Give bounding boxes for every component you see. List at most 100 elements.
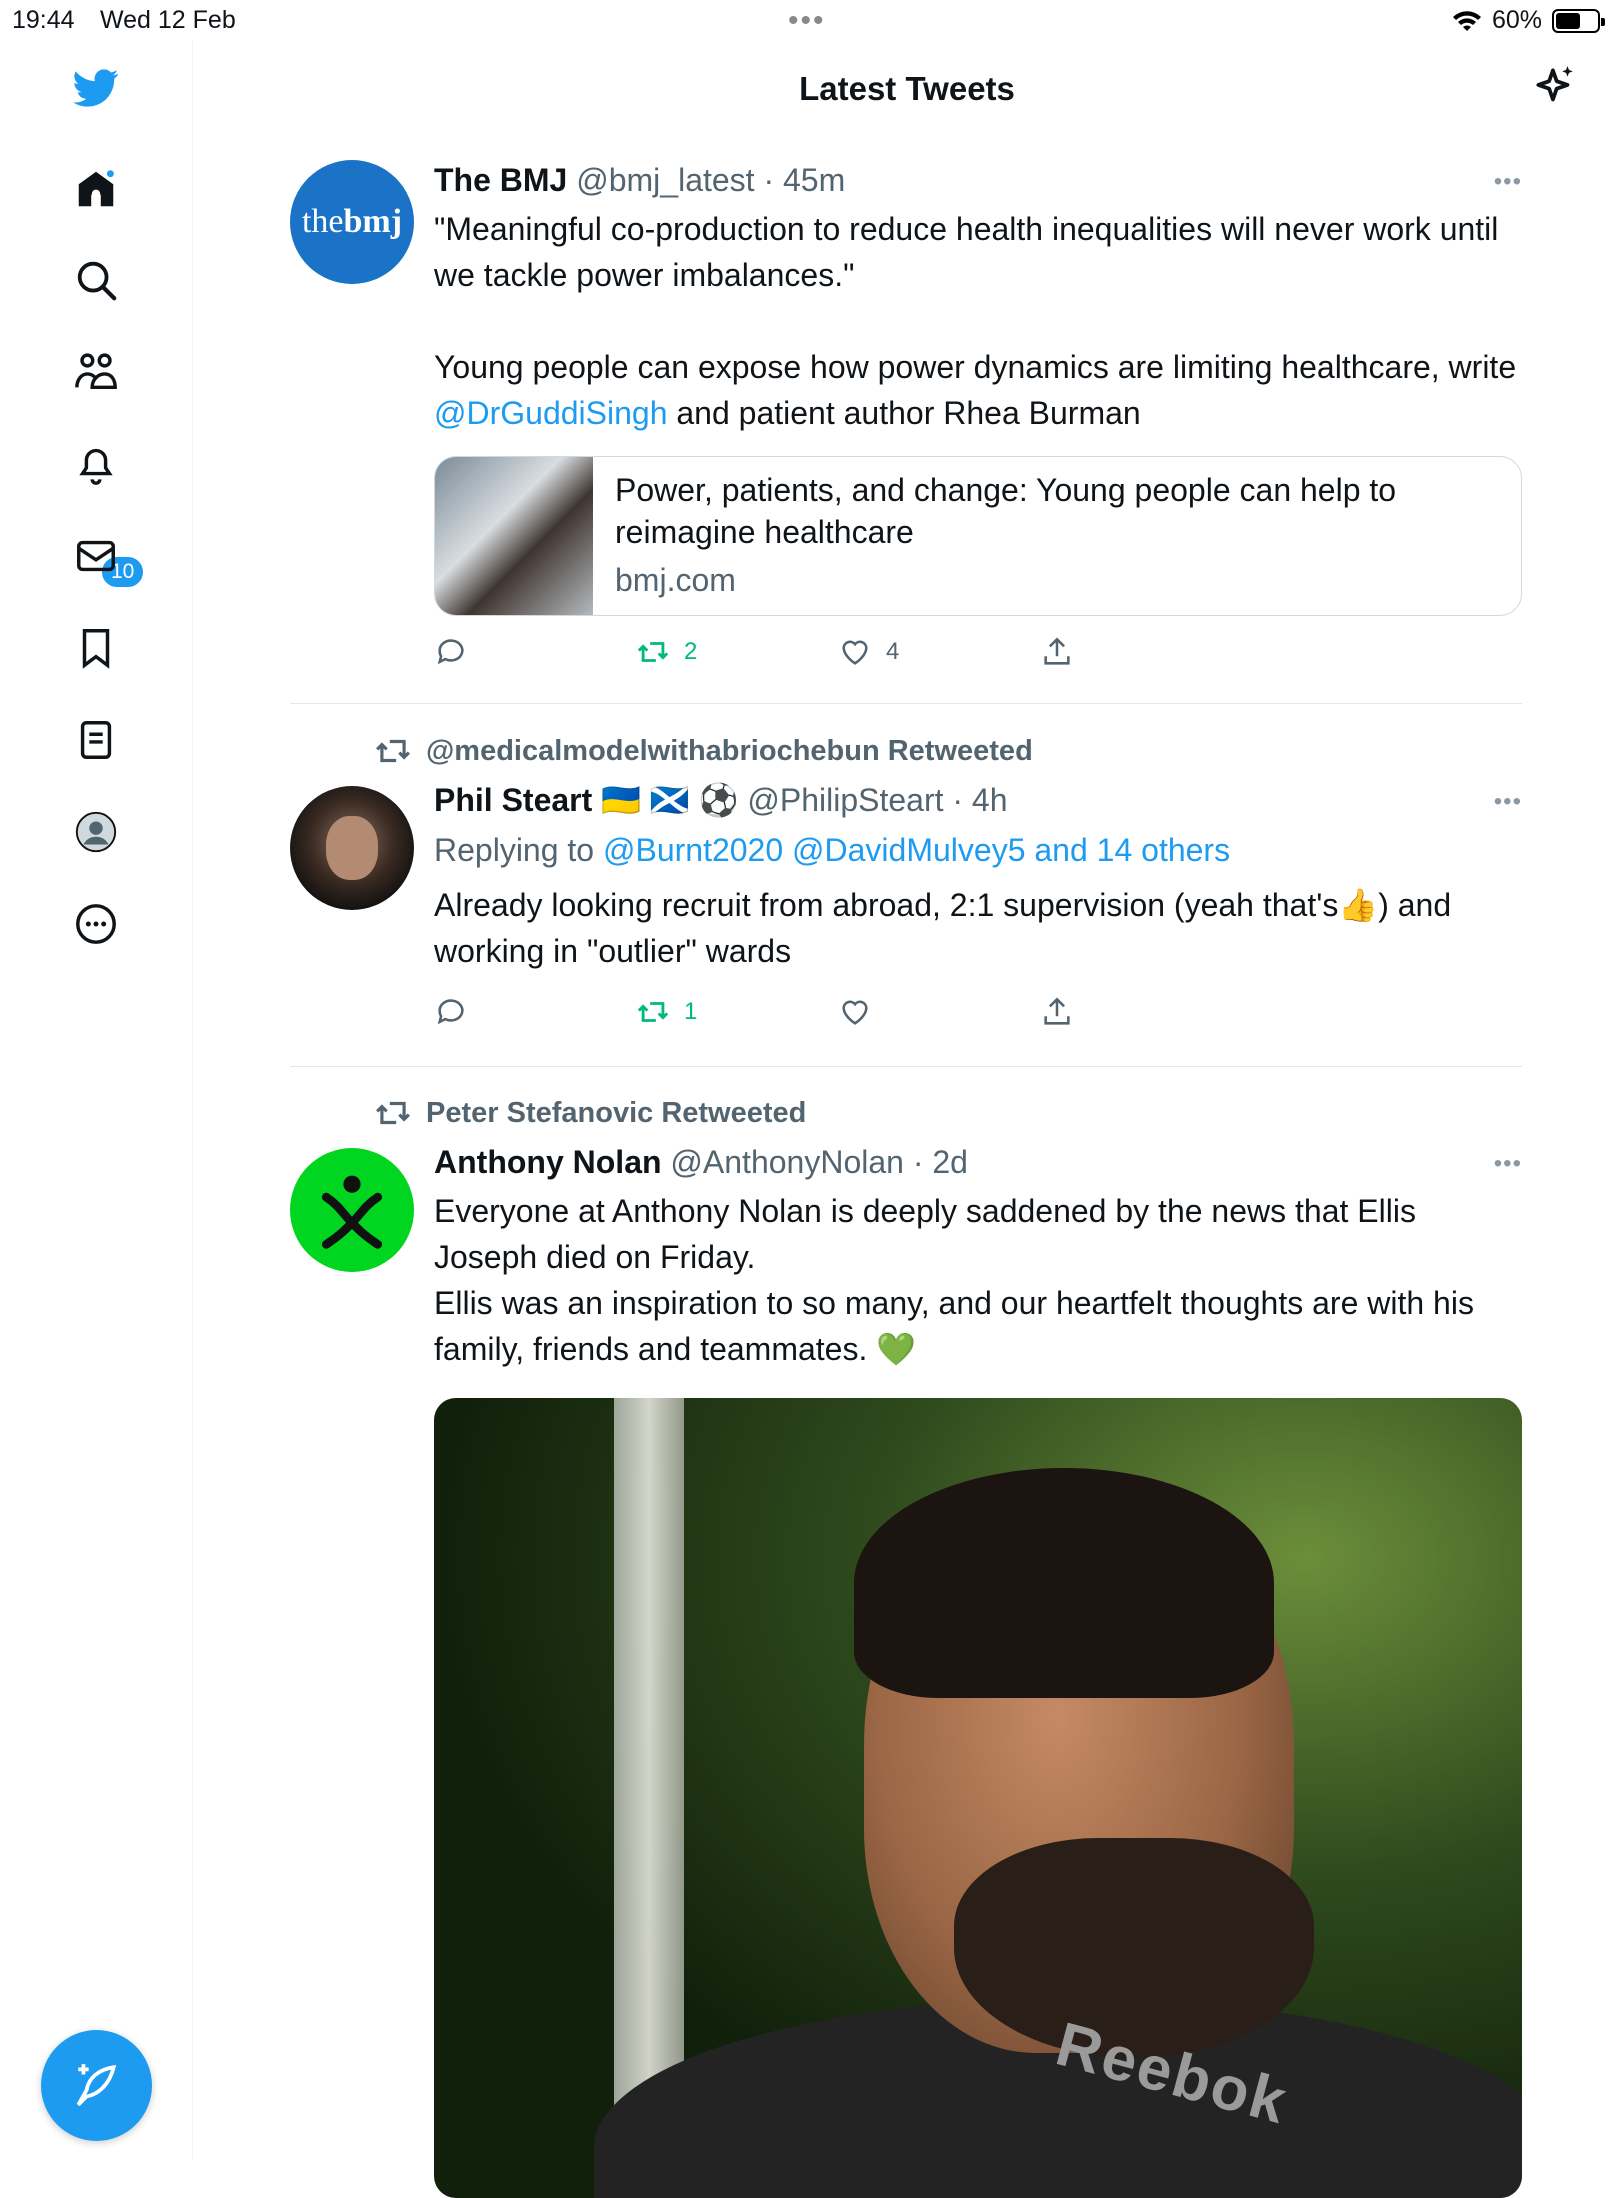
retweet-count: 1	[684, 998, 698, 1025]
link-card-title: Power, patients, and change: Young peopl…	[615, 472, 1397, 550]
link-card[interactable]: Power, patients, and change: Young peopl…	[434, 456, 1522, 616]
more-menu-icon[interactable]: •••	[1494, 1150, 1522, 1178]
tweet-text: Everyone at Anthony Nolan is deeply sadd…	[434, 1188, 1522, 1372]
more-menu-icon[interactable]: •••	[1494, 168, 1522, 196]
communities-icon[interactable]	[70, 346, 122, 398]
tweet-time[interactable]: · 4h	[952, 782, 1007, 818]
tweet-time[interactable]: · 45m	[763, 162, 845, 198]
avatar-phil-steart[interactable]	[290, 786, 414, 910]
tweet-meta: Phil Steart 🇺🇦 🏴󠁧󠁢󠁳󠁣󠁴󠁿 ⚽ @PhilipSteart ·…	[434, 780, 1522, 820]
avatar-anthony-nolan[interactable]	[290, 1148, 414, 1272]
tweet-meta: Anthony Nolan @AnthonyNolan · 2d	[434, 1142, 1522, 1182]
sidebar: 10	[0, 40, 193, 2160]
tweet-actions: 2 4	[434, 635, 1074, 669]
battery-percent: 60%	[1491, 6, 1542, 34]
reply-button[interactable]	[434, 635, 594, 669]
link-card-image	[435, 457, 593, 615]
avatar-face	[326, 816, 378, 880]
tweet-text-para-2: Ellis was an inspiration to so many, and…	[434, 1285, 1474, 1367]
avatar-bmj[interactable]: thebmj	[290, 160, 414, 284]
tweet-text: Already looking recruit from abroad, 2:1…	[434, 887, 1452, 969]
tweet-time[interactable]: · 2d	[913, 1144, 968, 1180]
status-time: 19:44	[12, 6, 75, 34]
tweet-content: Anthony Nolan @AnthonyNolan · 2d ••• Eve…	[434, 1142, 1522, 1372]
tweet-content: The BMJ @bmj_latest · 45m ••• "Meaningfu…	[434, 160, 1522, 436]
retweet-count: 2	[684, 638, 698, 665]
author-handle[interactable]: @AnthonyNolan	[670, 1144, 904, 1180]
tweet-text-part: and patient author Rhea Burman	[667, 395, 1141, 431]
replying-to-line: Replying to @Burnt2020 @DavidMulvey5 and…	[434, 830, 1522, 870]
tweet-bmj[interactable]: thebmj The BMJ @bmj_latest · 45m ••• "Me…	[290, 160, 1522, 690]
photo-beard	[954, 1838, 1314, 2058]
profile-avatar-icon[interactable]	[70, 806, 122, 858]
author-flag-emojis: 🇺🇦 🏴󠁧󠁢󠁳󠁣󠁴󠁿 ⚽	[601, 782, 739, 818]
reply-icon	[437, 999, 464, 1025]
tweet-divider	[290, 1066, 1522, 1067]
home-icon[interactable]	[70, 164, 122, 216]
reply-icon	[437, 639, 464, 665]
replying-to-users-link[interactable]: @Burnt2020 @DavidMulvey5 and 14 others	[603, 832, 1230, 868]
status-right: 60%	[1452, 6, 1605, 35]
like-button[interactable]: 4	[838, 635, 998, 669]
heart-icon	[842, 640, 868, 665]
bmj-logo-bmj: bmj	[343, 203, 403, 240]
author-name[interactable]: The BMJ	[434, 162, 567, 198]
tweet-phil-steart[interactable]: @medicalmodelwithabriochebun Retweeted P…	[290, 730, 1522, 1060]
retweeted-by-text: Peter Stefanovic Retweeted	[426, 1096, 807, 1129]
retweeted-by-line[interactable]: Peter Stefanovic Retweeted	[374, 1094, 806, 1132]
share-icon	[1044, 637, 1070, 665]
retweet-button[interactable]: 1	[636, 995, 796, 1029]
heart-icon	[842, 1000, 868, 1025]
timeline-header: Latest Tweets	[194, 40, 1620, 140]
tweet-media-photo[interactable]: Reebok	[434, 1398, 1522, 2198]
retweet-button[interactable]: 2	[636, 635, 796, 669]
tweet-content: Phil Steart 🇺🇦 🏴󠁧󠁢󠁳󠁣󠁴󠁿 ⚽ @PhilipSteart ·…	[434, 780, 1522, 974]
status-date: Wed 12 Feb	[100, 6, 236, 34]
reply-button[interactable]	[434, 995, 594, 1029]
tweet-text: "Meaningful co-production to reduce heal…	[434, 206, 1522, 436]
mention-link[interactable]: @DrGuddiSingh	[434, 395, 667, 431]
author-name[interactable]: Anthony Nolan	[434, 1144, 662, 1180]
sparkle-timeline-toggle-icon[interactable]	[1530, 62, 1580, 112]
notifications-bell-icon[interactable]	[70, 438, 122, 490]
messages-envelope-icon[interactable]	[70, 530, 122, 582]
page-title: Latest Tweets	[799, 70, 1015, 107]
retweeted-icon	[376, 739, 410, 763]
author-handle[interactable]: @PhilipSteart	[747, 782, 943, 818]
twitter-logo-icon[interactable]	[70, 62, 122, 114]
share-button[interactable]	[1040, 995, 1074, 1029]
author-handle[interactable]: @bmj_latest	[576, 162, 754, 198]
replying-to-label: Replying to	[434, 832, 603, 868]
photo-hair	[854, 1468, 1274, 1698]
wifi-icon	[1452, 10, 1481, 31]
link-card-domain: bmj.com	[615, 562, 736, 598]
bmj-logo-the: the	[301, 203, 344, 240]
more-options-icon[interactable]	[70, 898, 122, 950]
retweeted-icon	[376, 1101, 410, 1125]
like-count: 4	[886, 638, 900, 665]
multitasking-dots[interactable]: •••	[788, 4, 826, 38]
tweet-actions: 1	[434, 995, 1074, 1029]
author-name[interactable]: Phil Steart	[434, 782, 592, 818]
battery-fill	[1556, 12, 1580, 29]
anthony-nolan-logo-icon	[321, 1175, 383, 1249]
battery-icon	[1552, 8, 1605, 33]
bookmarks-icon[interactable]	[70, 622, 122, 674]
compose-tweet-button[interactable]	[41, 2030, 152, 2141]
retweeted-by-line[interactable]: @medicalmodelwithabriochebun Retweeted	[374, 732, 1033, 770]
retweeted-by-text: @medicalmodelwithabriochebun Retweeted	[426, 734, 1033, 767]
tweet-text-para-1: "Meaningful co-production to reduce heal…	[434, 211, 1499, 293]
retweet-icon	[637, 642, 669, 662]
like-button[interactable]	[838, 995, 998, 1029]
status-bar: 19:44 Wed 12 Feb ••• 60%	[0, 0, 1620, 40]
more-menu-icon[interactable]: •••	[1494, 788, 1522, 816]
tweet-text-para-1: Everyone at Anthony Nolan is deeply sadd…	[434, 1193, 1416, 1275]
tweet-text-part: Young people can expose how power dynami…	[434, 349, 1517, 385]
share-button[interactable]	[1040, 635, 1074, 669]
search-icon[interactable]	[70, 254, 122, 306]
share-icon	[1044, 997, 1070, 1025]
tweet-text-para-2: Young people can expose how power dynami…	[434, 344, 1522, 436]
tweet-divider	[290, 703, 1522, 704]
retweet-icon	[637, 1002, 669, 1022]
lists-icon[interactable]	[70, 714, 122, 766]
